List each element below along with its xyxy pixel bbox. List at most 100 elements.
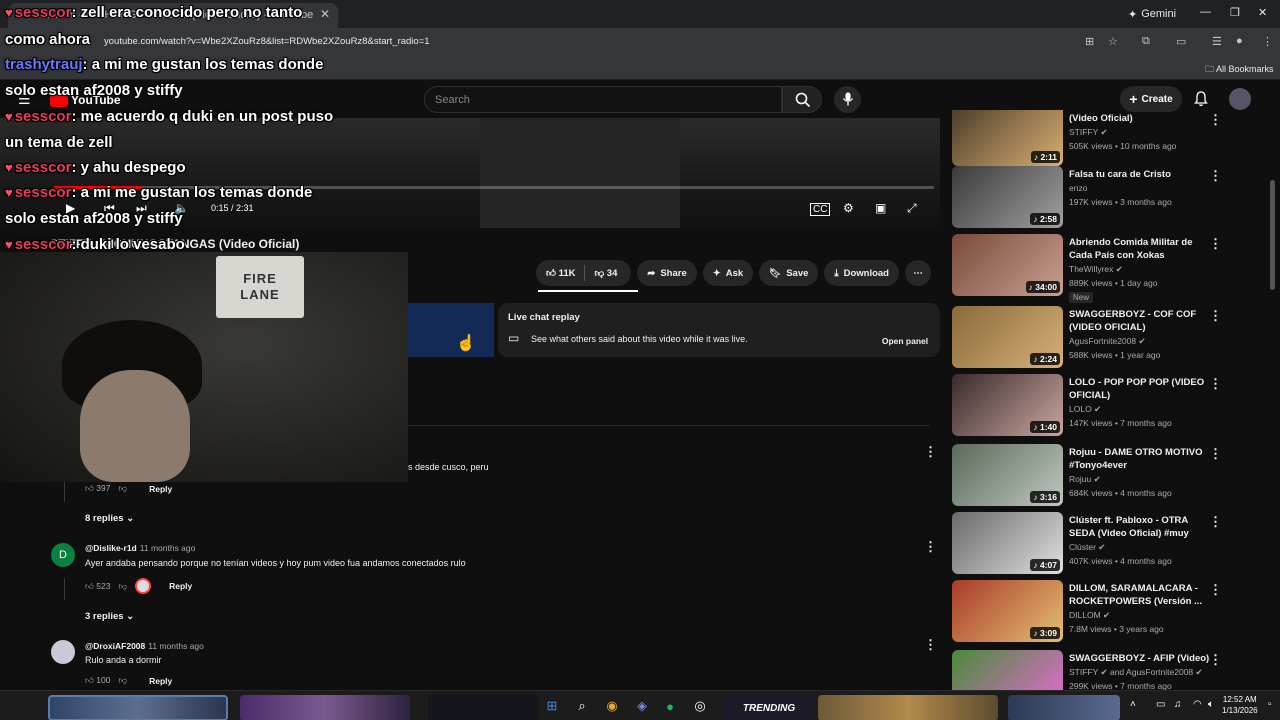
open-panel-button[interactable]: Open panel [878,332,932,350]
maximize-icon[interactable]: ❐ [1230,6,1240,19]
search-icon[interactable]: ⌕ [574,698,590,714]
comment-like-button[interactable]: 👍︎ 397 [85,483,110,494]
gemini-button[interactable]: ✦ Gemini [1120,5,1184,23]
taskbar-preview[interactable] [428,695,538,720]
recommendation-title[interactable]: SWAGGERBOYZ - COF COF (VIDEO OFICIAL) [1069,308,1214,334]
page-scrollbar[interactable] [1270,180,1275,290]
recommendation-thumbnail[interactable]: ♪ 3:16 [952,444,1063,506]
recommendation-title[interactable]: LOLO - POP POP POP (VIDEO OFICIAL) [1069,376,1214,402]
recommendation-channel[interactable]: LOLO ✔ [1069,404,1101,415]
recommendation-title[interactable]: DILLOM, SARAMALACARA - ROCKETPOWERS (Ver… [1069,582,1214,608]
sidepanel-icon[interactable]: ▭ [1176,35,1186,48]
recommendation-channel[interactable]: AgusFortnite2008 ✔ [1069,336,1146,347]
menu-icon[interactable]: ⋮ [1262,35,1273,48]
recommendation-thumbnail[interactable]: ♪ 4:07 [952,512,1063,574]
spotify-icon[interactable]: ● [662,698,678,714]
reading-list-icon[interactable]: ☰ [1212,35,1222,48]
recommendation-menu-icon[interactable]: ⋮ [1209,582,1222,598]
recommendation-thumbnail[interactable]: ♪ 2:58 [952,166,1063,228]
comment-like-button[interactable]: 👍︎ 100 [85,675,110,686]
extensions-icon[interactable]: ⧉ [1142,35,1150,48]
share-button[interactable]: ➦ Share [637,260,697,286]
recommendation-title[interactable]: SWAGGERBOYZ - AFIP (Video) [1069,652,1214,665]
view-replies-button[interactable]: 3 replies ⌄ [85,611,134,622]
all-bookmarks[interactable]: 🗀 All Bookmarks [1205,62,1274,78]
recommendation-menu-icon[interactable]: ⋮ [1209,514,1222,530]
recommendation-channel[interactable]: Rojuu ✔ [1069,474,1101,485]
recommendation-menu-icon[interactable]: ⋮ [1209,112,1222,128]
recommendation-channel[interactable]: enzo [1069,183,1087,193]
headset-icon[interactable]: ♫ [1174,699,1182,710]
comment-dislike-icon[interactable]: 👎︎ [118,675,127,686]
taskbar-preview[interactable] [48,695,228,720]
profile-icon[interactable]: ● [1236,35,1243,47]
subtitles-icon[interactable]: CC [810,203,831,216]
comment-avatar[interactable] [51,640,75,664]
recommendation-thumbnail[interactable]: ♪ 1:40 [952,374,1063,436]
comment-avatar[interactable]: D [51,543,75,567]
recommendation-item[interactable]: ♪ 3:16 Rojuu - DAME OTRO MOTIVO #Tonyo4ev… [950,444,1250,510]
tray-chevron-icon[interactable]: ˄ [1130,699,1136,710]
close-window-icon[interactable]: ✕ [1258,6,1267,19]
comment-dislike-icon[interactable]: 👎︎ [118,581,127,592]
recommendation-menu-icon[interactable]: ⋮ [1209,308,1222,324]
reply-button[interactable]: Reply [149,676,172,686]
chrome-icon[interactable]: ◉ [604,698,620,714]
taskbar-preview[interactable] [1008,695,1120,720]
recommendation-menu-icon[interactable]: ⋮ [1209,168,1222,184]
comment-dislike-icon[interactable]: 👎︎ [118,483,127,494]
view-replies-button[interactable]: 8 replies ⌄ [85,513,134,524]
recommendation-thumbnail[interactable]: ♪ 2:11 [952,110,1063,166]
recommendation-thumbnail[interactable]: ♪ 2:24 [952,306,1063,368]
recommendation-title[interactable]: Clúster ft. Pabloxo - OTRA SEDA (Video O… [1069,514,1214,541]
dislike-button[interactable]: 👎︎ 34 [594,267,617,279]
recommendation-menu-icon[interactable]: ⋮ [1209,446,1222,462]
settings-gear-icon[interactable]: ⚙ [843,201,854,215]
recommendation-channel[interactable]: Clúster ✔ [1069,542,1105,553]
recommendation-thumbnail[interactable]: ♪ 3:09 [952,580,1063,642]
like-button[interactable]: 👍︎ 11K [546,267,575,279]
tray-app-icon[interactable]: ▭ [1156,699,1165,710]
recommendation-item[interactable]: SWAGGERBOYZ - AFIP (Video) STIFFY ✔ and A… [950,650,1250,690]
fullscreen-icon[interactable]: ⤢ [907,201,917,216]
recommendation-channel[interactable]: DILLOM ✔ [1069,610,1110,621]
notifications-bell-icon[interactable] [1194,91,1208,107]
ask-button[interactable]: ✦ Ask [702,260,754,286]
taskbar-preview[interactable]: TRENDING [724,695,814,720]
comment-menu-icon[interactable]: ⋮ [924,539,937,555]
bookmark-star-icon[interactable]: ☆ [1108,35,1118,48]
recommendation-thumbnail[interactable] [952,650,1063,690]
comment-menu-icon[interactable]: ⋮ [924,444,937,460]
taskbar-preview[interactable] [240,695,410,720]
more-actions-button[interactable]: ⋯ [904,260,931,286]
taskbar-preview[interactable] [818,695,998,720]
recommendation-menu-icon[interactable]: ⋮ [1209,652,1222,668]
comment-menu-icon[interactable]: ⋮ [924,637,937,653]
comment-author[interactable]: @Dislike-r1d 11 months ago [85,543,195,553]
recommendation-channel[interactable]: STIFFY ✔ [1069,127,1108,138]
windows-start-icon[interactable]: ⊞ [544,698,560,714]
system-clock[interactable]: 12:52 AM 1/13/2026 [1222,694,1258,716]
minimize-icon[interactable]: — [1200,6,1211,18]
recommendation-channel[interactable]: STIFFY ✔ and AgusFortnite2008 ✔ [1069,667,1203,678]
recommendation-menu-icon[interactable]: ⋮ [1209,236,1222,252]
search-input[interactable]: Search [424,86,782,113]
recommendation-title[interactable]: Rojuu - DAME OTRO MOTIVO #Tonyo4ever [1069,446,1214,472]
recommendation-channel[interactable]: TheWillyrex ✔ [1069,264,1123,275]
recommendation-thumbnail[interactable]: ♪ 34:00 [952,234,1063,296]
recommendation-menu-icon[interactable]: ⋮ [1209,376,1222,392]
notification-icon[interactable]: ▫ [1268,699,1272,710]
recommendation-item[interactable]: ♪ 2:24 SWAGGERBOYZ - COF COF (VIDEO OFICI… [950,306,1250,372]
search-button[interactable] [782,86,822,113]
obs-icon[interactable]: ◎ [692,698,708,714]
miniplayer-icon[interactable]: ▣ [875,201,886,215]
recommendation-title[interactable]: Falsa tu cara de Cristo [1069,168,1214,181]
account-avatar[interactable] [1229,88,1251,110]
install-app-icon[interactable]: ⊞ [1085,35,1094,48]
recommendation-item[interactable]: ♪ 3:09 DILLOM, SARAMALACARA - ROCKETPOWER… [950,580,1250,646]
create-button[interactable]: + Create [1120,86,1182,112]
voice-search-button[interactable] [834,86,861,113]
recommendation-item[interactable]: ♪ 2:58 Falsa tu cara de Cristo enzo 197K vi… [950,166,1250,232]
download-button[interactable]: ⤓ Download [824,260,899,286]
recommendation-item[interactable]: ♪ 34:00 Abriendo Comida Militar de Cada P… [950,234,1250,303]
